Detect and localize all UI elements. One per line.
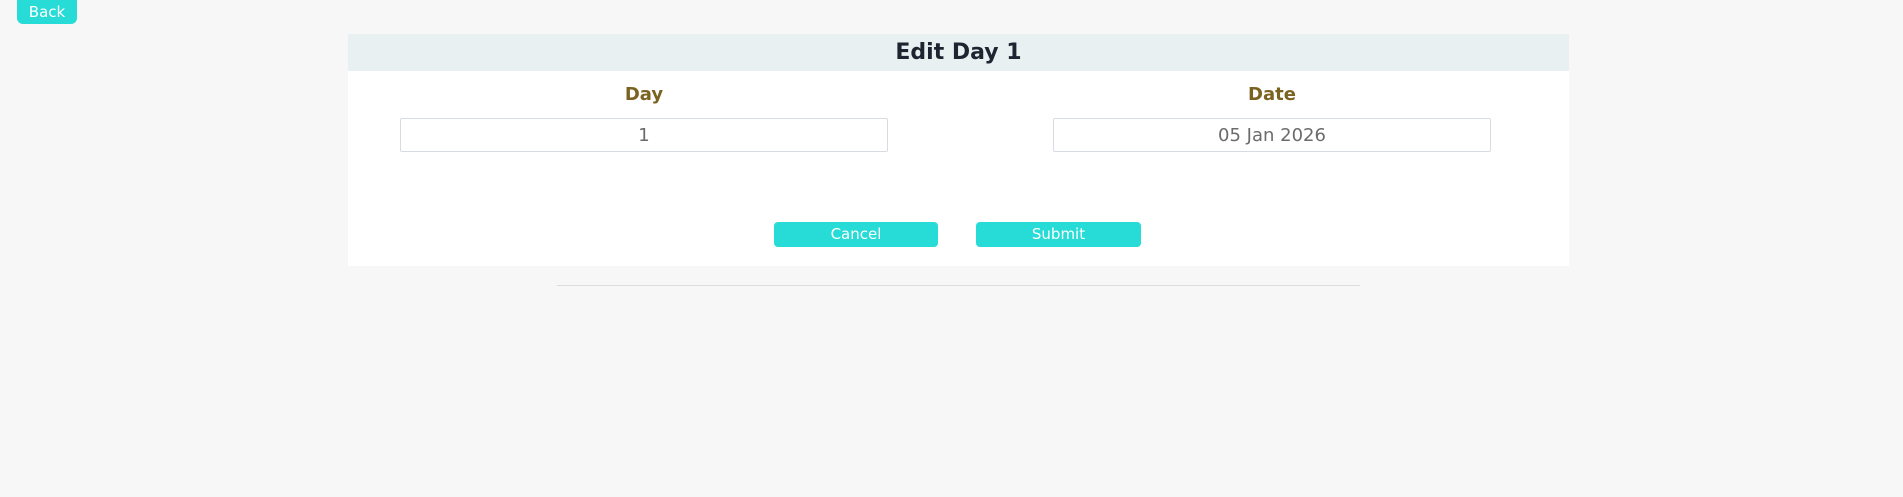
cancel-button[interactable]: Cancel (774, 222, 938, 247)
day-input[interactable] (400, 118, 888, 152)
date-label: Date (1248, 84, 1296, 105)
back-button[interactable]: Back (17, 0, 77, 24)
card-title: Edit Day 1 (348, 34, 1569, 71)
date-input[interactable] (1053, 118, 1491, 152)
submit-button[interactable]: Submit (976, 222, 1141, 247)
divider (557, 285, 1360, 286)
day-label: Day (624, 84, 664, 105)
edit-day-card: Edit Day 1 Day Date Cancel Submit (348, 34, 1569, 266)
